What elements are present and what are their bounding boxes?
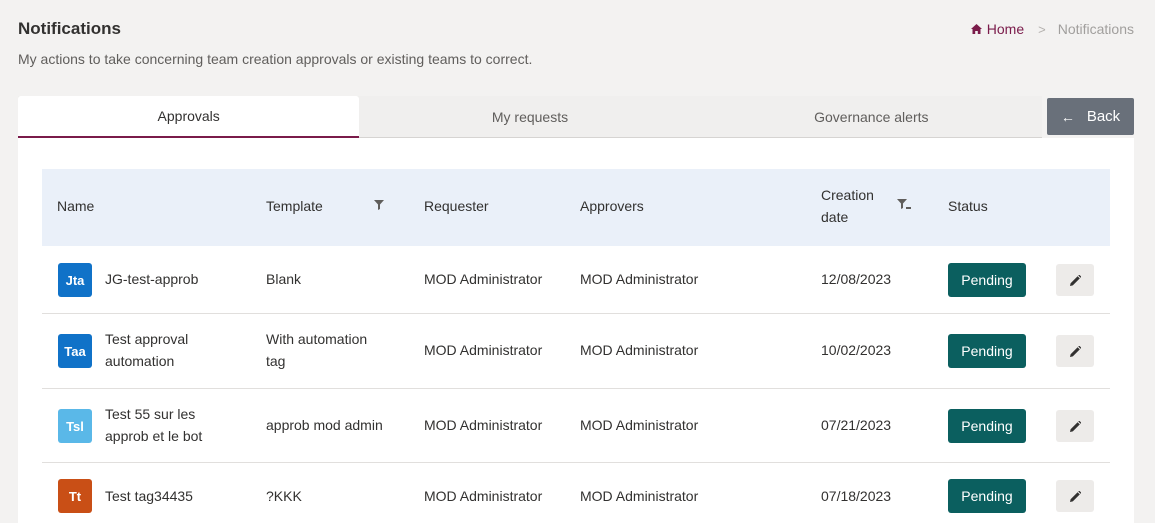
status-badge: Pending bbox=[948, 409, 1026, 443]
breadcrumb-home-link[interactable]: Home bbox=[970, 21, 1025, 37]
team-avatar: Jta bbox=[58, 263, 92, 297]
template-value: With automation bbox=[266, 331, 368, 347]
requester-value: MOD Administrator bbox=[424, 488, 543, 504]
status-badge: Pending bbox=[948, 334, 1026, 368]
creation-date-value: 10/02/2023 bbox=[821, 342, 892, 358]
approvers-value: MOD Administrator bbox=[580, 342, 699, 358]
approvers-value: MOD Administrator bbox=[580, 488, 699, 504]
requester-value: MOD Administrator bbox=[424, 417, 543, 433]
tab-governance-alerts[interactable]: Governance alerts bbox=[701, 96, 1042, 138]
team-name: Test approval bbox=[105, 331, 189, 347]
back-button-label: Back bbox=[1086, 108, 1121, 125]
status-badge: Pending bbox=[948, 263, 1026, 297]
team-avatar: Tt bbox=[58, 479, 92, 513]
page-title: Notifications bbox=[18, 19, 121, 38]
pencil-icon bbox=[1069, 345, 1081, 357]
edit-button[interactable] bbox=[1056, 410, 1094, 442]
tab-my-requests[interactable]: My requests bbox=[359, 96, 700, 138]
column-header-name: Name bbox=[57, 198, 95, 214]
creation-date-value: 07/18/2023 bbox=[821, 488, 892, 504]
table-row: Tt Test tag34435 ?KKK MOD Administrator … bbox=[42, 463, 1110, 523]
pencil-icon bbox=[1069, 274, 1081, 286]
edit-button[interactable] bbox=[1056, 480, 1094, 512]
template-filter-icon[interactable] bbox=[366, 192, 392, 218]
column-header-creation-date: Creation bbox=[821, 187, 874, 203]
back-button[interactable]: ← Back bbox=[1047, 98, 1134, 135]
team-name: Test 55 sur les bbox=[105, 406, 196, 422]
creation-date-value: 12/08/2023 bbox=[821, 271, 892, 287]
edit-button[interactable] bbox=[1056, 264, 1094, 296]
pencil-icon bbox=[1069, 490, 1081, 502]
arrow-left-icon: ← bbox=[1060, 108, 1075, 125]
requester-value: MOD Administrator bbox=[424, 342, 543, 358]
edit-button[interactable] bbox=[1056, 335, 1094, 367]
home-icon bbox=[970, 24, 982, 34]
template-value-line2: tag bbox=[266, 353, 286, 369]
column-header-template: Template bbox=[266, 198, 323, 214]
requester-value: MOD Administrator bbox=[424, 271, 543, 287]
pencil-icon bbox=[1069, 420, 1081, 432]
table-row: Jta JG-test-approb Blank MOD Administrat… bbox=[42, 246, 1110, 314]
table-row: Taa Test approval automation With automa… bbox=[42, 314, 1110, 389]
breadcrumb-current: Notifications bbox=[1057, 21, 1134, 37]
table-row: Tsl Test 55 sur les approb et le bot app… bbox=[42, 389, 1110, 463]
column-header-creation-date-line2: date bbox=[821, 209, 849, 225]
breadcrumb-home-label: Home bbox=[986, 21, 1025, 37]
team-avatar: Taa bbox=[58, 334, 92, 368]
column-header-approvers: Approvers bbox=[580, 198, 644, 214]
table-header: Name Template Requester Approvers Creati… bbox=[42, 169, 1110, 246]
template-value: approb mod admin bbox=[266, 417, 383, 433]
status-badge: Pending bbox=[948, 479, 1026, 513]
approvals-panel: Name Template Requester Approvers Creati… bbox=[18, 138, 1134, 523]
column-header-status: Status bbox=[948, 198, 988, 214]
team-name: Test tag34435 bbox=[105, 488, 193, 504]
tab-bar: Approvals My requests Governance alerts bbox=[18, 96, 1042, 138]
template-value: ?KKK bbox=[266, 488, 302, 504]
approvers-value: MOD Administrator bbox=[580, 271, 699, 287]
tab-approvals[interactable]: Approvals bbox=[18, 96, 360, 138]
creation-date-value: 07/21/2023 bbox=[821, 417, 892, 433]
page-description: My actions to take concerning team creat… bbox=[18, 51, 533, 67]
approvers-value: MOD Administrator bbox=[580, 417, 699, 433]
breadcrumb-separator-icon: > bbox=[1038, 21, 1046, 37]
column-header-requester: Requester bbox=[424, 198, 489, 214]
team-name-line2: automation bbox=[105, 353, 175, 369]
team-name-line2: approb et le bot bbox=[105, 428, 203, 444]
team-name: JG-test-approb bbox=[105, 271, 199, 287]
team-avatar: Tsl bbox=[58, 409, 92, 443]
creation-date-filter-icon[interactable] bbox=[891, 192, 917, 218]
breadcrumb: Home > Notifications bbox=[970, 21, 1134, 37]
template-value: Blank bbox=[266, 271, 302, 287]
